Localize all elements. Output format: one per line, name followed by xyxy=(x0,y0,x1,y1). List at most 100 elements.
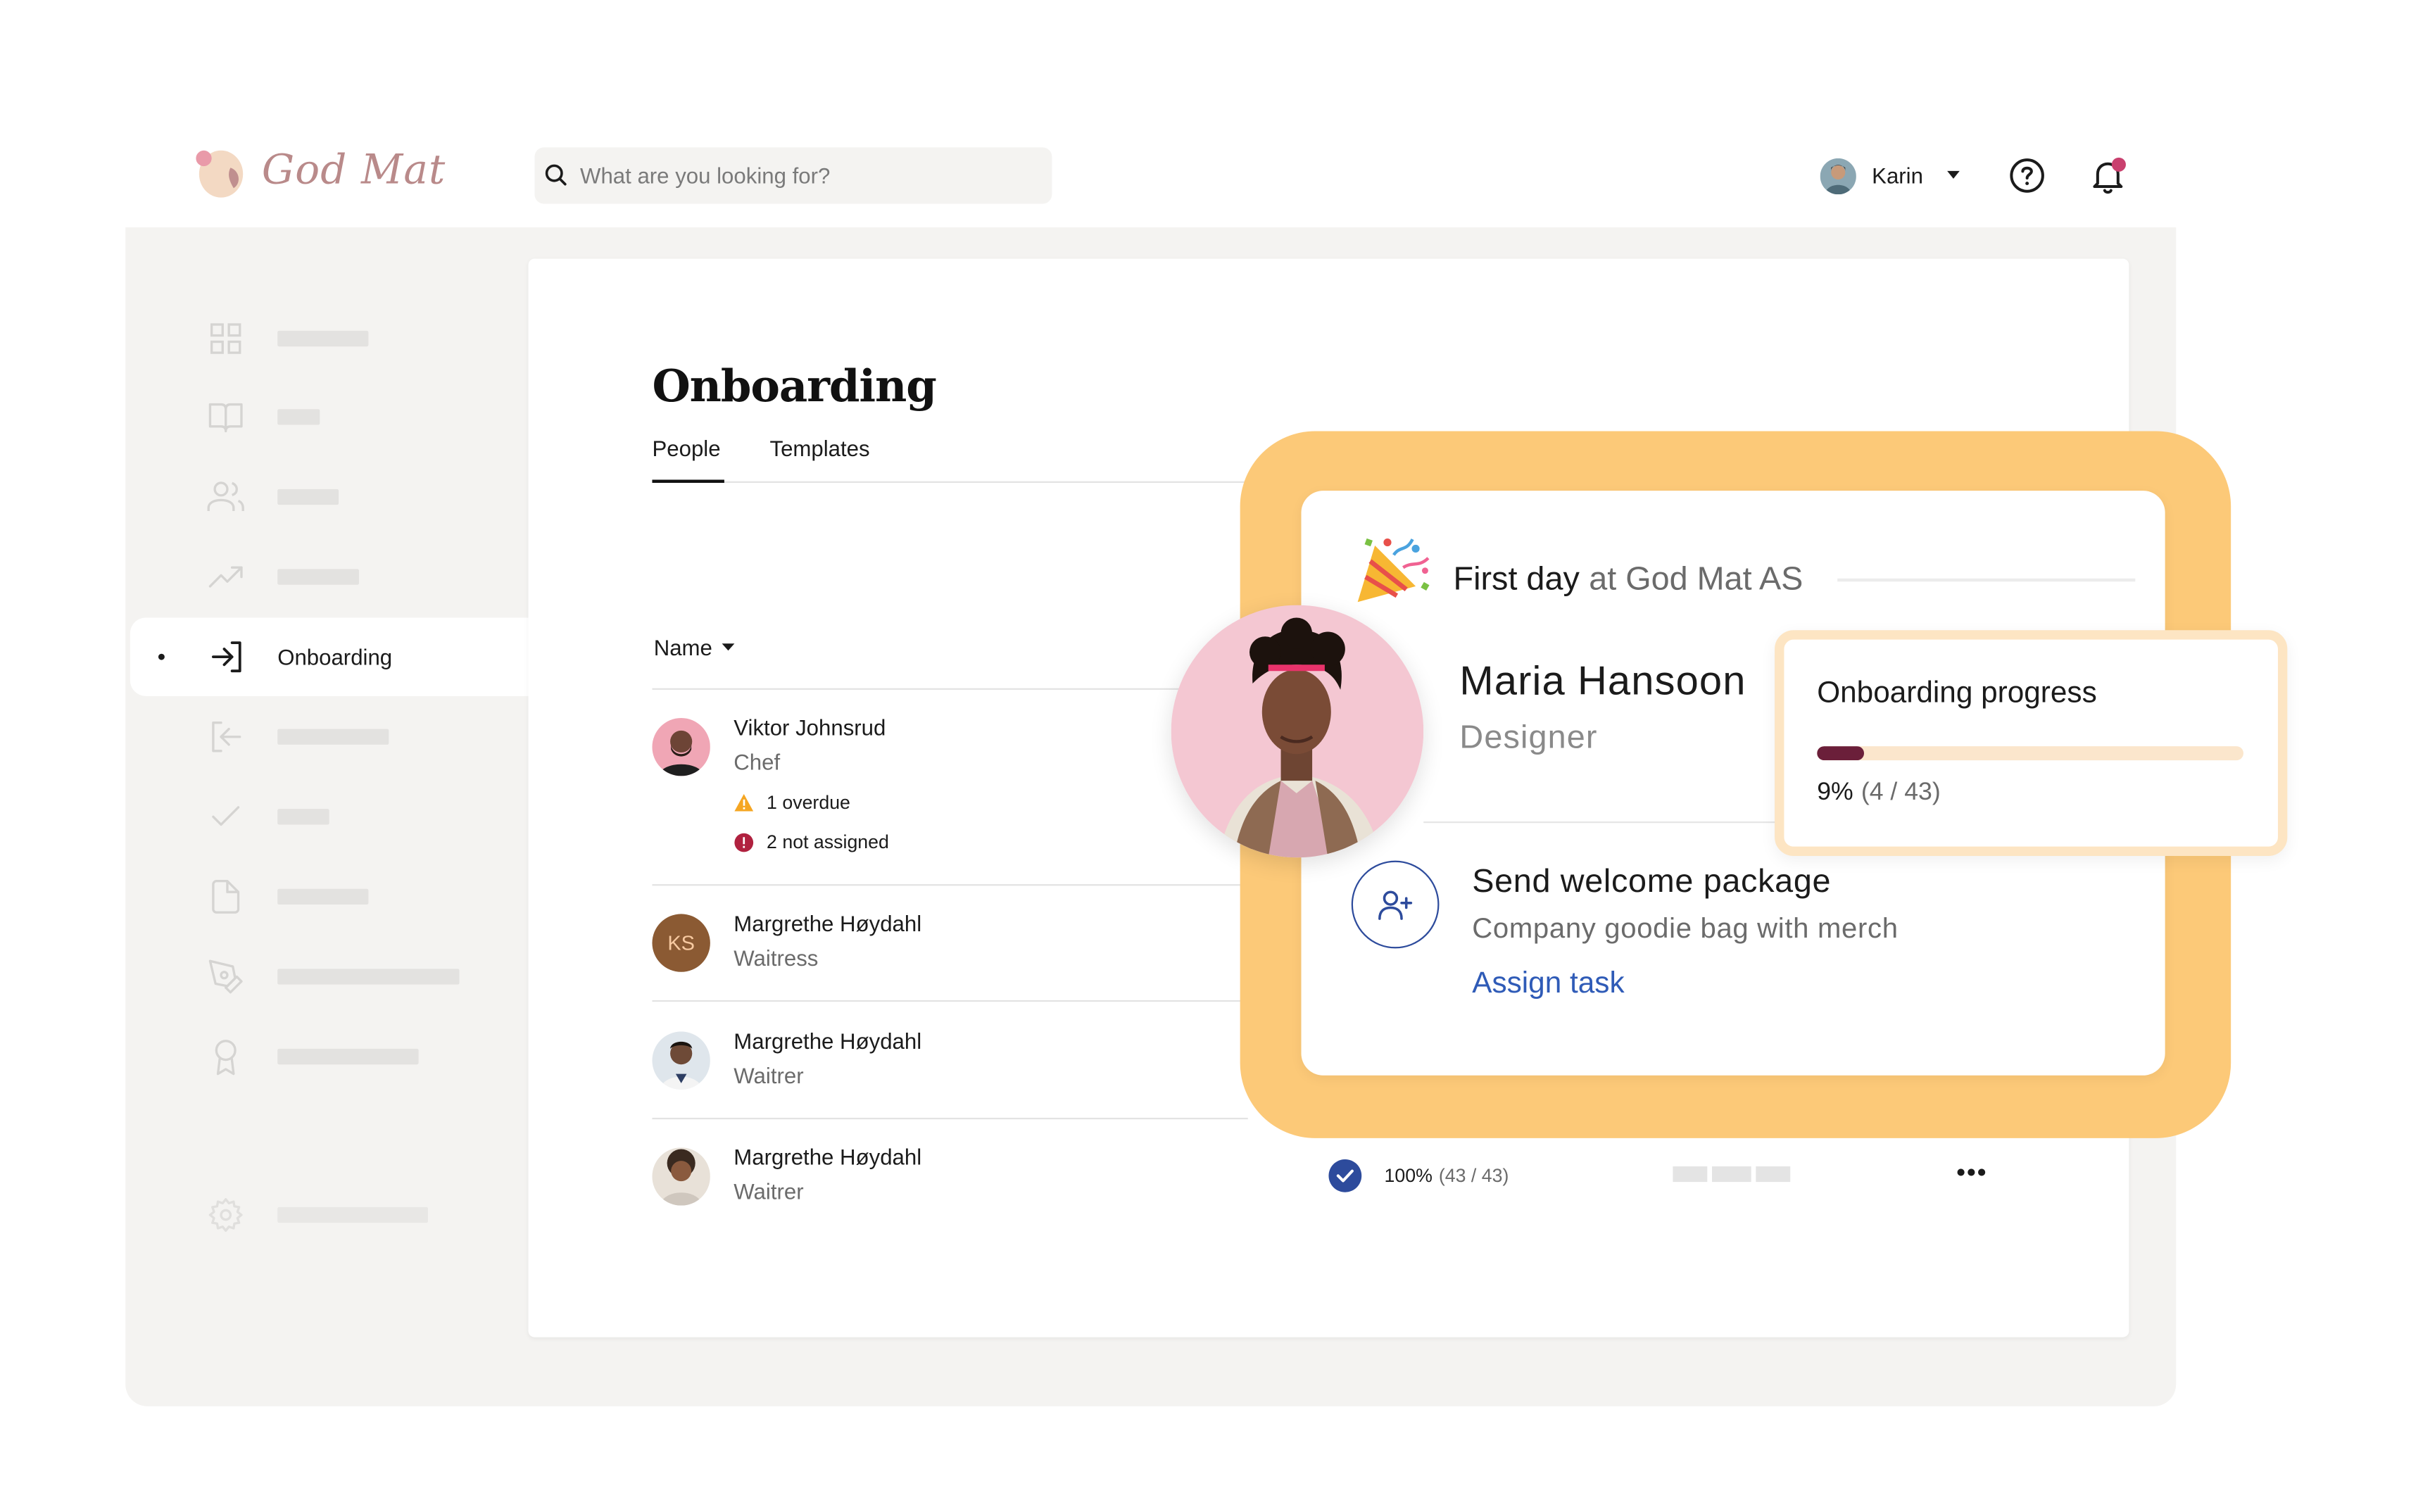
column-header-label: Name xyxy=(653,634,712,660)
search-icon xyxy=(545,164,567,186)
tab-templates[interactable]: Templates xyxy=(770,436,870,483)
trending-up-icon xyxy=(208,566,243,588)
not-assigned-badge: 2 not assigned xyxy=(734,831,889,853)
brand-logo-text[interactable]: God Mat xyxy=(262,147,446,194)
sign-in-icon xyxy=(211,641,241,673)
party-popper-icon xyxy=(1357,538,1430,603)
person-name: Margrethe Høydahl xyxy=(734,1144,922,1170)
progress-percent: 9% xyxy=(1817,779,1853,806)
person-role: Waitrer xyxy=(734,1062,804,1088)
sidebar-label-placeholder xyxy=(277,729,389,745)
sidebar-label-placeholder xyxy=(277,809,329,825)
file-icon xyxy=(212,879,240,914)
divider xyxy=(1423,821,1800,824)
progress-count: (4 / 43) xyxy=(1861,779,1941,806)
overdue-badge: 1 overdue xyxy=(734,792,850,814)
sidebar-item-dashboard[interactable] xyxy=(125,299,528,374)
divider xyxy=(652,884,1248,886)
sidebar-item-settings[interactable] xyxy=(125,1176,528,1251)
sidebar-label-placeholder xyxy=(277,888,369,905)
user-menu[interactable]: Karin xyxy=(1820,157,1961,194)
error-icon xyxy=(734,832,754,852)
more-options-icon[interactable]: ••• xyxy=(1956,1160,1987,1188)
employee-role: Designer xyxy=(1459,719,1598,756)
employee-name: Maria Hansoon xyxy=(1459,657,1746,704)
overdue-text: 1 overdue xyxy=(767,791,850,814)
user-plus-icon xyxy=(1378,890,1413,920)
first-day-label: First day xyxy=(1453,561,1580,598)
divider xyxy=(652,1117,1248,1120)
grid-icon xyxy=(210,323,241,354)
app-root: God Mat Karin xyxy=(0,0,2430,1512)
page-title: Onboarding xyxy=(652,360,936,412)
first-day-heading: First day at God Mat AS xyxy=(1454,561,1803,598)
progress-bar-fill xyxy=(1817,746,1864,761)
chevron-down-icon xyxy=(1946,170,1960,179)
sidebar-item-tasks[interactable] xyxy=(125,778,528,853)
notification-bell-icon[interactable] xyxy=(2088,155,2129,196)
divider xyxy=(652,688,1248,690)
sidebar-item-documents[interactable] xyxy=(125,857,528,933)
sidebar-item-certificates[interactable] xyxy=(125,1017,528,1092)
book-icon xyxy=(208,403,243,433)
search-input[interactable] xyxy=(580,147,1035,204)
users-icon xyxy=(207,481,244,512)
sidebar-label-placeholder xyxy=(277,1207,428,1223)
person-role: Waitress xyxy=(734,945,819,971)
task-title: Send welcome package xyxy=(1472,864,1832,900)
sidebar-item-design[interactable] xyxy=(125,938,528,1013)
warning-icon xyxy=(734,794,754,812)
progress-label: 9% (4 / 43) xyxy=(1817,779,1941,807)
check-icon xyxy=(212,806,240,826)
active-indicator xyxy=(158,653,165,660)
settings-icon xyxy=(208,1198,243,1232)
check-circle-icon xyxy=(1328,1159,1362,1192)
avatar xyxy=(652,718,710,776)
placeholder-bars xyxy=(1673,1166,1791,1183)
sidebar-label-placeholder xyxy=(277,969,460,985)
user-name: Karin xyxy=(1872,163,1923,189)
progress-count: (43 / 43) xyxy=(1438,1164,1509,1187)
search-bar[interactable] xyxy=(534,147,1052,204)
sidebar-item-offboarding[interactable] xyxy=(125,698,528,773)
award-icon xyxy=(215,1040,237,1076)
sign-out-icon xyxy=(212,722,241,752)
company-label: at God Mat AS xyxy=(1589,561,1803,598)
avatar xyxy=(1820,157,1856,194)
sidebar-label-placeholder xyxy=(277,409,320,425)
assign-task-link[interactable]: Assign task xyxy=(1472,967,1624,1002)
sidebar-label-placeholder xyxy=(277,1048,419,1065)
onboarding-progress-card xyxy=(1775,630,2288,856)
person-role: Waitrer xyxy=(734,1178,804,1204)
logo-icon[interactable] xyxy=(193,146,246,199)
sidebar-item-people[interactable] xyxy=(125,458,528,533)
sidebar-item-onboarding[interactable]: Onboarding xyxy=(130,617,534,696)
task-description: Company goodie bag with merch xyxy=(1472,912,1899,944)
sidebar-item-handbook[interactable] xyxy=(125,378,528,453)
task-icon-circle xyxy=(1351,860,1440,949)
sidebar-item-stats[interactable] xyxy=(125,538,528,613)
tab-bar: People Templates xyxy=(652,436,1248,483)
tab-people[interactable]: People xyxy=(652,436,724,483)
sidebar-label-placeholder xyxy=(277,330,369,347)
person-role: Chef xyxy=(734,749,781,775)
avatar-initials: KS xyxy=(652,914,710,972)
person-name: Viktor Johnsrud xyxy=(734,714,886,741)
help-icon[interactable] xyxy=(2008,157,2046,194)
employee-photo xyxy=(1171,605,1424,858)
divider xyxy=(1837,578,2136,582)
progress-bar xyxy=(1817,746,2243,761)
avatar xyxy=(652,1147,710,1206)
progress-percent: 100% xyxy=(1384,1164,1433,1187)
not-assigned-text: 2 not assigned xyxy=(767,831,889,853)
avatar xyxy=(652,1031,710,1090)
person-name: Margrethe Høydahl xyxy=(734,1028,922,1054)
divider xyxy=(652,1000,1248,1002)
progress-status: 100% (43 / 43) xyxy=(1328,1159,1509,1193)
pen-tool-icon xyxy=(208,959,243,994)
person-name: Margrethe Høydahl xyxy=(734,910,922,936)
sidebar-label-placeholder xyxy=(277,569,360,585)
sort-down-icon xyxy=(722,643,736,651)
sidebar-label-placeholder xyxy=(277,489,339,505)
column-header-name[interactable]: Name xyxy=(654,635,736,660)
